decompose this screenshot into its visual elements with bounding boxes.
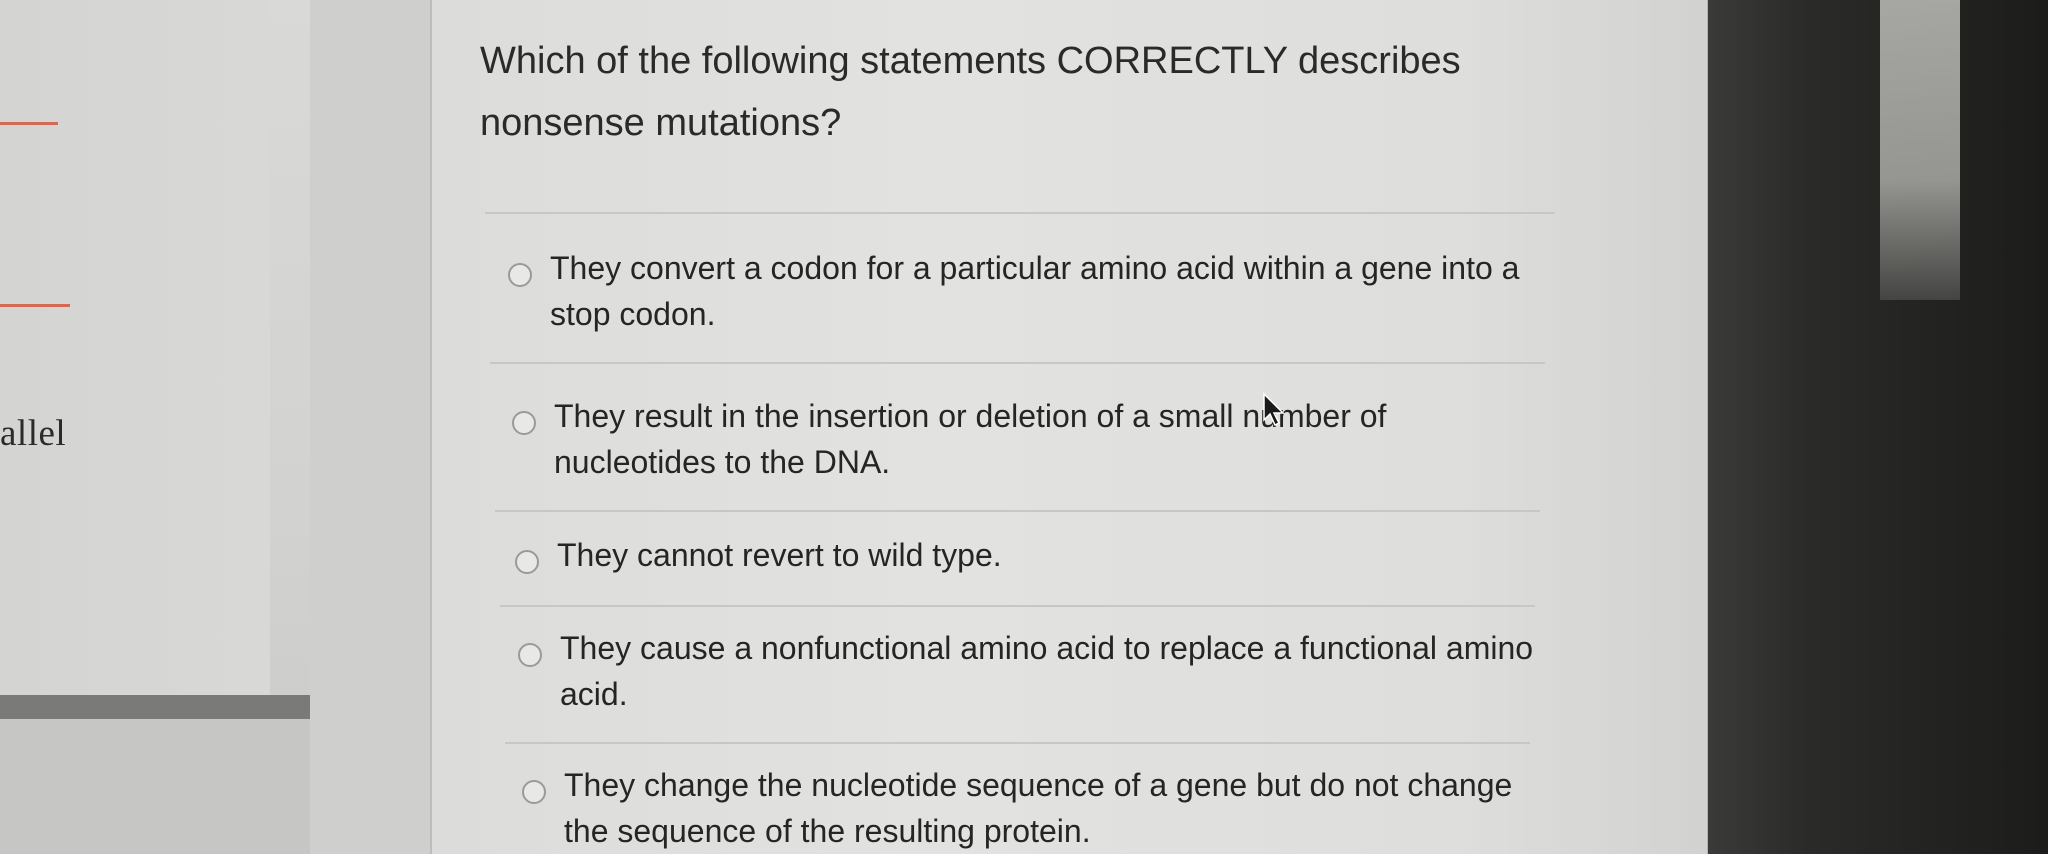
sidebar-divider-bar bbox=[0, 695, 310, 719]
answer-option-label: They change the nucleotide sequence of a… bbox=[564, 767, 1513, 849]
answer-option-label: They cannot revert to wild type. bbox=[557, 537, 1002, 573]
option-separator bbox=[500, 605, 1535, 607]
option-separator bbox=[490, 362, 1545, 364]
answer-option-label: They result in the insertion or deletion… bbox=[554, 398, 1387, 480]
sidebar-lower-panel bbox=[0, 719, 310, 854]
question-text: Which of the following statements CORREC… bbox=[480, 40, 1461, 144]
option-separator bbox=[505, 742, 1530, 744]
answer-option-5[interactable]: They change the nucleotide sequence of a… bbox=[522, 762, 1514, 854]
sidebar-partial-text: allel bbox=[0, 413, 67, 454]
option-separator bbox=[485, 212, 1555, 214]
answer-option-4[interactable]: They cause a nonfunctional amino acid to… bbox=[518, 625, 1560, 717]
radio-button-icon[interactable] bbox=[508, 263, 532, 287]
answer-option-1[interactable]: They convert a codon for a particular am… bbox=[508, 245, 1550, 337]
radio-button-icon[interactable] bbox=[522, 780, 546, 804]
answer-option-label: They convert a codon for a particular am… bbox=[550, 250, 1520, 332]
answer-option-2[interactable]: They result in the insertion or deletion… bbox=[512, 393, 1514, 485]
left-sidebar: allel bbox=[0, 0, 310, 854]
mouse-pointer-icon bbox=[1263, 392, 1285, 427]
option-separator bbox=[495, 510, 1540, 512]
radio-button-icon[interactable] bbox=[512, 411, 536, 435]
sidebar-accent-line bbox=[0, 304, 70, 307]
radio-button-icon[interactable] bbox=[515, 550, 539, 574]
monitor-bezel bbox=[1708, 0, 2048, 854]
sidebar-accent-line bbox=[0, 122, 58, 125]
radio-button-icon[interactable] bbox=[518, 643, 542, 667]
answer-option-3[interactable]: They cannot revert to wild type. bbox=[515, 532, 1557, 578]
bezel-reflection bbox=[1880, 0, 1960, 300]
answer-option-label: They cause a nonfunctional amino acid to… bbox=[560, 630, 1534, 712]
